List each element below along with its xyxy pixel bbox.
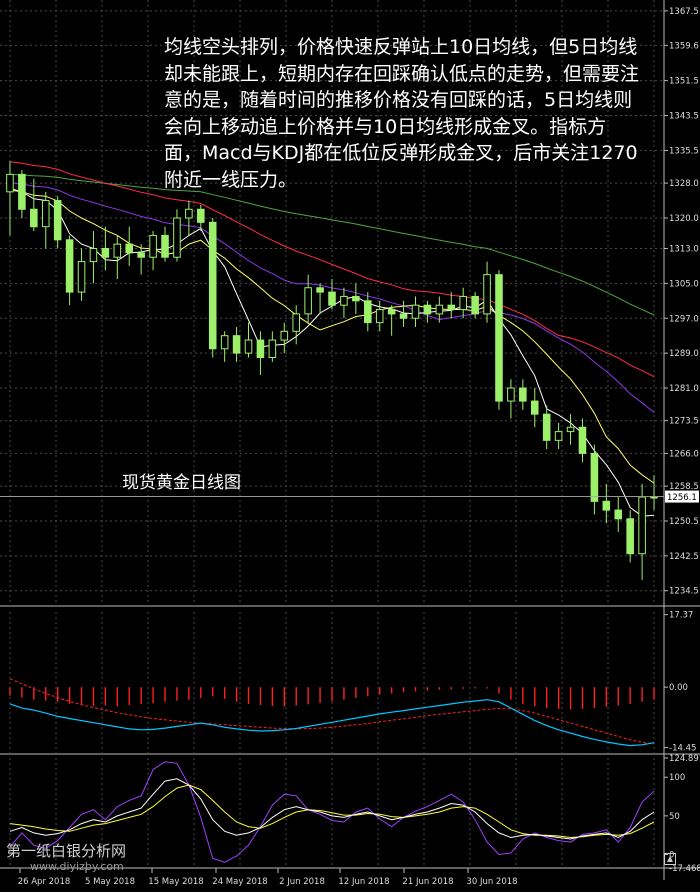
candle-body xyxy=(77,261,86,293)
price-tick-label: 1266.0 xyxy=(669,449,699,459)
candle-body xyxy=(113,243,122,258)
candle-body xyxy=(304,287,312,315)
candle-body xyxy=(375,309,384,324)
candle-body xyxy=(328,291,336,306)
candle-body xyxy=(316,287,324,293)
candle-body xyxy=(208,221,217,350)
macd-tick-label: -14.45 xyxy=(669,744,696,754)
candle-body xyxy=(18,173,26,210)
analysis-note: 均线空头排列，价格快速反弹站上10日均线，但5日均线却未能跟上，短期内存在回踩确… xyxy=(164,36,640,191)
candle-body xyxy=(650,496,658,499)
candle-body xyxy=(423,304,432,315)
candle-body xyxy=(101,248,110,258)
candle-body xyxy=(495,274,503,402)
kdj-tick-label: -17.468 xyxy=(669,864,700,874)
price-tick-label: 1297.0 xyxy=(669,314,699,324)
candle-body xyxy=(256,339,265,358)
price-tick-label: 1313.0 xyxy=(669,245,699,255)
candle-body xyxy=(197,208,205,223)
candle-body xyxy=(566,426,575,433)
candle-body xyxy=(89,248,98,263)
date-tick-label: 2 Jun 2018 xyxy=(279,877,325,887)
candle-body xyxy=(280,330,289,341)
date-tick-label: 21 Jun 2018 xyxy=(402,877,453,887)
candle-body xyxy=(471,295,479,315)
candle-body xyxy=(173,217,181,258)
candle-body xyxy=(220,335,229,350)
price-tick-label: 1305.0 xyxy=(669,279,699,289)
current-price-label: 1256.1 xyxy=(667,493,697,503)
candle-body xyxy=(6,173,14,193)
candle-body xyxy=(41,200,50,228)
candle-body xyxy=(292,313,300,332)
kdj-tick-label: 50 xyxy=(669,812,680,822)
price-tick-label: 1289.0 xyxy=(669,349,699,359)
candle-body xyxy=(244,339,253,354)
candle-body xyxy=(554,431,563,441)
candle-body xyxy=(137,252,145,258)
candle-body xyxy=(542,413,551,441)
candle-body xyxy=(483,274,491,315)
date-tick-label: 5 May 2018 xyxy=(85,877,135,887)
candle-body xyxy=(459,295,467,311)
price-tick-label: 1242.5 xyxy=(669,552,699,562)
price-tick-label: 1367.5 xyxy=(669,7,699,17)
candle-body xyxy=(399,313,408,319)
candle-body xyxy=(435,304,444,315)
candle-body xyxy=(65,239,74,293)
date-tick-label: 15 May 2018 xyxy=(148,877,203,887)
candle-body xyxy=(352,295,360,302)
candle-body xyxy=(447,304,456,311)
price-tick-label: 1328.0 xyxy=(669,179,699,189)
price-tick-label: 1273.5 xyxy=(669,417,699,427)
date-tick-label: 26 Apr 2018 xyxy=(18,877,71,887)
candle-body xyxy=(340,295,348,306)
candle-body xyxy=(590,452,599,502)
ma30-line xyxy=(9,161,655,378)
price-tick-label: 1351.5 xyxy=(669,77,699,87)
chart-title: 现货黄金日线图 xyxy=(122,473,241,493)
price-tick-label: 1234.5 xyxy=(669,587,699,597)
watermark-site-name: 第一纸白银分析网 xyxy=(6,842,127,860)
candle-body xyxy=(602,500,611,511)
candle-body xyxy=(578,426,587,454)
candle-body xyxy=(530,400,539,415)
candle-body xyxy=(53,200,62,241)
price-tick-label: 1335.5 xyxy=(669,146,699,156)
candle-body xyxy=(638,496,646,555)
candle-body xyxy=(614,509,623,520)
candle-body xyxy=(30,208,38,228)
kdj-tick-label: 100 xyxy=(669,773,685,783)
kdj-tick-label: 124.891 xyxy=(669,754,700,764)
price-tick-label: 1359.6 xyxy=(669,41,699,51)
macd-tick-label: 17.37 xyxy=(669,611,693,621)
date-tick-label: 30 Jun 2018 xyxy=(466,877,517,887)
candle-body xyxy=(411,304,420,319)
candle-body xyxy=(507,387,515,402)
price-tick-label: 1250.5 xyxy=(669,517,699,527)
candle-body xyxy=(364,300,372,324)
scroll-arrow-icon[interactable] xyxy=(664,853,676,865)
candle-body xyxy=(149,234,157,258)
candle-body xyxy=(519,387,527,402)
candle-body xyxy=(268,339,277,358)
watermark-url: www.diyizby.com xyxy=(30,860,124,873)
candle-body xyxy=(232,335,241,354)
ma5-line xyxy=(9,187,655,517)
moving-average-lines xyxy=(9,161,655,517)
candle-body xyxy=(125,243,134,254)
macd-tick-label: 0.00 xyxy=(669,683,688,693)
candle-body xyxy=(387,309,396,315)
date-tick-label: 24 May 2018 xyxy=(212,877,267,887)
price-tick-label: 1343.5 xyxy=(669,112,699,122)
date-tick-label: 12 Jun 2018 xyxy=(338,877,389,887)
macd-panel: 17.37 0.00 -14.45 xyxy=(9,611,696,754)
price-tick-label: 1320.0 xyxy=(669,214,699,224)
candle-body xyxy=(185,208,193,219)
candle-body xyxy=(626,518,634,555)
candle-body xyxy=(161,234,169,258)
price-tick-label: 1281.0 xyxy=(669,384,699,394)
